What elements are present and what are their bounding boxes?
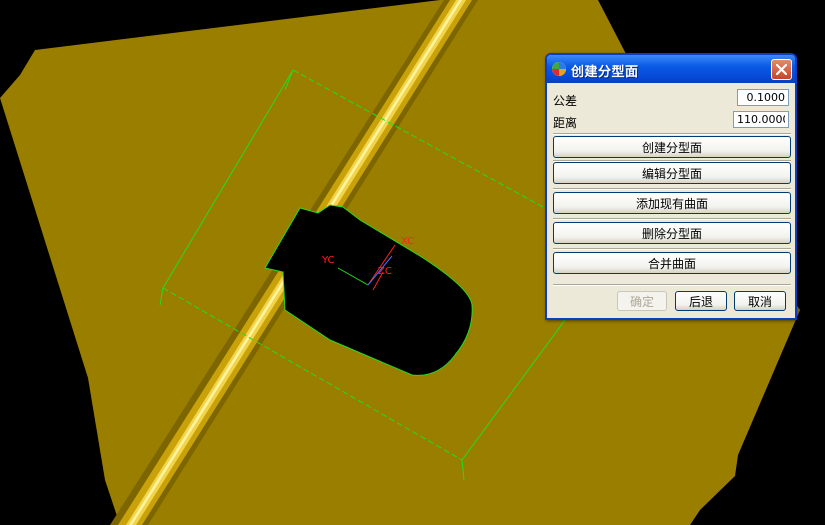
add-existing-surface-button[interactable]: 添加现有曲面	[553, 192, 791, 214]
cancel-button[interactable]: 取消	[734, 291, 786, 311]
edit-parting-surface-button[interactable]: 编辑分型面	[553, 162, 791, 184]
separator	[553, 188, 791, 190]
distance-input[interactable]	[733, 111, 789, 128]
separator	[553, 133, 791, 135]
separator	[553, 284, 791, 286]
tolerance-row: 公差	[553, 89, 789, 109]
close-icon	[776, 64, 787, 75]
create-parting-surface-dialog: 创建分型面 公差 距离 创建分型面 编辑分型面 添加现有曲面 删除分型面 合并曲…	[545, 53, 797, 320]
distance-label: 距离	[553, 116, 578, 130]
dialog-title: 创建分型面	[571, 65, 639, 80]
back-button[interactable]: 后退	[675, 291, 727, 311]
axis-label-zc: ZC	[378, 266, 392, 277]
separator	[553, 218, 791, 220]
ok-button[interactable]: 确定	[617, 291, 667, 311]
tolerance-input[interactable]	[737, 89, 789, 106]
create-parting-surface-button[interactable]: 创建分型面	[553, 136, 791, 158]
distance-row: 距离	[553, 111, 789, 131]
delete-parting-surface-button[interactable]: 删除分型面	[553, 222, 791, 244]
separator	[553, 248, 791, 250]
close-button[interactable]	[771, 59, 792, 80]
nx-app-icon	[552, 62, 566, 76]
merge-surfaces-button[interactable]: 合并曲面	[553, 252, 791, 274]
dialog-titlebar[interactable]: 创建分型面	[547, 55, 795, 83]
axis-label-xc: XC	[401, 236, 414, 247]
axis-label-yc: YC	[321, 255, 335, 266]
tolerance-label: 公差	[553, 94, 578, 108]
